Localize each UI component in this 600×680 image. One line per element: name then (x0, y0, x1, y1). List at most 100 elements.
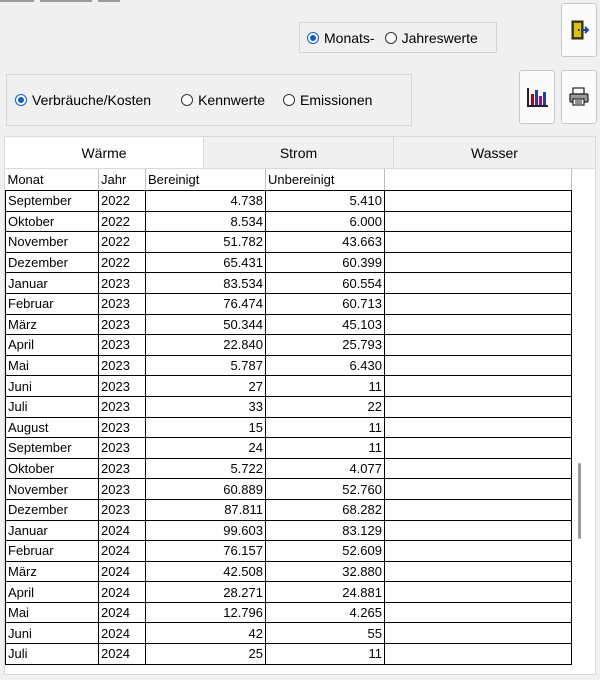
cell-bereinigt[interactable]: 5.787 (145, 354, 266, 377)
cell-jahr[interactable]: 2023 (98, 498, 146, 521)
cell-unbereinigt[interactable]: 4.265 (265, 601, 385, 624)
cell-jahr[interactable]: 2023 (98, 375, 146, 397)
cell-monat[interactable]: Dezember (5, 498, 99, 521)
cell-jahr[interactable]: 2023 (98, 416, 146, 439)
cell-unbereinigt[interactable]: 55 (265, 622, 385, 645)
view-radio-verbraeuche[interactable]: Verbräuche/Kosten (15, 92, 151, 108)
table-row[interactable]: April 2024 28.271 24.881 (5, 581, 572, 603)
cell-bereinigt[interactable]: 8.534 (145, 210, 266, 233)
tab-wasser[interactable]: Wasser (393, 136, 596, 169)
table-row[interactable]: Februar 2023 76.474 60.713 (5, 292, 572, 315)
cell-jahr[interactable]: 2024 (98, 560, 146, 583)
cell-monat[interactable]: Januar (5, 272, 99, 294)
cell-bereinigt[interactable]: 76.157 (145, 540, 266, 562)
cell-bereinigt[interactable]: 50.344 (145, 313, 266, 336)
table-row[interactable]: Juli 2023 33 22 (5, 395, 572, 418)
cell-jahr[interactable]: 2024 (98, 519, 146, 542)
cell-bereinigt[interactable]: 22.840 (145, 334, 266, 356)
cell-bereinigt[interactable]: 4.738 (145, 190, 266, 212)
table-row[interactable]: September 2022 4.738 5.410 (5, 190, 572, 212)
cell-unbereinigt[interactable]: 52.760 (265, 478, 385, 500)
column-header-jahr[interactable]: Jahr (98, 169, 146, 191)
cell-bereinigt[interactable]: 76.474 (145, 292, 266, 315)
cell-jahr[interactable]: 2023 (98, 395, 146, 418)
cell-jahr[interactable]: 2023 (98, 334, 146, 356)
cell-bereinigt[interactable]: 51.782 (145, 231, 266, 253)
table-row[interactable]: März 2024 42.508 32.880 (5, 560, 572, 583)
print-button[interactable] (561, 70, 597, 124)
cell-monat[interactable]: Mai (5, 601, 99, 624)
cell-unbereinigt[interactable]: 11 (265, 643, 385, 665)
cell-bereinigt[interactable]: 33 (145, 395, 266, 418)
cell-unbereinigt[interactable]: 11 (265, 375, 385, 397)
cell-unbereinigt[interactable]: 5.410 (265, 190, 385, 212)
cell-unbereinigt[interactable]: 11 (265, 437, 385, 459)
table-row[interactable]: November 2023 60.889 52.760 (5, 478, 572, 500)
table-row[interactable]: Juni 2023 27 11 (5, 375, 572, 397)
cell-monat[interactable]: November (5, 231, 99, 253)
table-row[interactable]: Dezember 2023 87.811 68.282 (5, 498, 572, 521)
cell-bereinigt[interactable]: 60.889 (145, 478, 266, 500)
cell-unbereinigt[interactable]: 25.793 (265, 334, 385, 356)
table-row[interactable]: Januar 2024 99.603 83.129 (5, 519, 572, 542)
exit-button[interactable] (561, 3, 597, 57)
cell-jahr[interactable]: 2023 (98, 292, 146, 315)
cell-jahr[interactable]: 2024 (98, 581, 146, 603)
column-header-unbereinigt[interactable]: Unbereinigt (265, 169, 385, 191)
cell-unbereinigt[interactable]: 24.881 (265, 581, 385, 603)
cell-jahr[interactable]: 2023 (98, 478, 146, 500)
cell-unbereinigt[interactable]: 6.430 (265, 354, 385, 377)
cell-bereinigt[interactable]: 99.603 (145, 519, 266, 542)
cell-unbereinigt[interactable]: 6.000 (265, 210, 385, 233)
cell-unbereinigt[interactable]: 60.399 (265, 251, 385, 274)
column-header-bereinigt[interactable]: Bereinigt (145, 169, 266, 191)
cell-monat[interactable]: Juli (5, 643, 99, 665)
cell-unbereinigt[interactable]: 52.609 (265, 540, 385, 562)
tab-strom[interactable]: Strom (203, 136, 394, 169)
cell-jahr[interactable]: 2022 (98, 251, 146, 274)
monthly-radio[interactable]: Monats- (307, 30, 375, 46)
cell-monat[interactable]: Januar (5, 519, 99, 542)
cell-unbereinigt[interactable]: 60.554 (265, 272, 385, 294)
cell-bereinigt[interactable]: 42 (145, 622, 266, 645)
cell-monat[interactable]: September (5, 437, 99, 459)
table-row[interactable]: September 2023 24 11 (5, 437, 572, 459)
table-row[interactable]: Dezember 2022 65.431 60.399 (5, 251, 572, 274)
cell-monat[interactable]: Juli (5, 395, 99, 418)
cell-unbereinigt[interactable]: 60.713 (265, 292, 385, 315)
column-header-monat[interactable]: Monat (5, 169, 99, 191)
table-row[interactable]: Juni 2024 42 55 (5, 622, 572, 645)
cell-bereinigt[interactable]: 25 (145, 643, 266, 665)
cell-jahr[interactable]: 2023 (98, 437, 146, 459)
cell-monat[interactable]: November (5, 478, 99, 500)
view-radio-emissionen[interactable]: Emissionen (283, 92, 372, 108)
cell-jahr[interactable]: 2023 (98, 272, 146, 294)
cell-jahr[interactable]: 2023 (98, 457, 146, 480)
cell-monat[interactable]: Februar (5, 292, 99, 315)
cell-jahr[interactable]: 2022 (98, 210, 146, 233)
cell-bereinigt[interactable]: 27 (145, 375, 266, 397)
cell-bereinigt[interactable]: 87.811 (145, 498, 266, 521)
cell-jahr[interactable]: 2024 (98, 643, 146, 665)
cell-jahr[interactable]: 2023 (98, 313, 146, 336)
table-row[interactable]: Mai 2023 5.787 6.430 (5, 354, 572, 377)
table-row[interactable]: März 2023 50.344 45.103 (5, 313, 572, 336)
cell-monat[interactable]: April (5, 581, 99, 603)
cell-bereinigt[interactable]: 24 (145, 437, 266, 459)
cell-monat[interactable]: März (5, 313, 99, 336)
chart-button[interactable] (519, 70, 555, 124)
table-row[interactable]: April 2023 22.840 25.793 (5, 334, 572, 356)
cell-unbereinigt[interactable]: 83.129 (265, 519, 385, 542)
cell-monat[interactable]: Februar (5, 540, 99, 562)
cell-monat[interactable]: April (5, 334, 99, 356)
cell-unbereinigt[interactable]: 68.282 (265, 498, 385, 521)
cell-bereinigt[interactable]: 28.271 (145, 581, 266, 603)
tab-waerme[interactable]: Wärme (4, 136, 204, 170)
table-row[interactable]: Juli 2024 25 11 (5, 643, 572, 665)
cell-bereinigt[interactable]: 12.796 (145, 601, 266, 624)
cell-unbereinigt[interactable]: 43.663 (265, 231, 385, 253)
cell-monat[interactable]: Oktober (5, 457, 99, 480)
cell-jahr[interactable]: 2024 (98, 540, 146, 562)
cell-monat[interactable]: Dezember (5, 251, 99, 274)
table-row[interactable]: Januar 2023 83.534 60.554 (5, 272, 572, 294)
